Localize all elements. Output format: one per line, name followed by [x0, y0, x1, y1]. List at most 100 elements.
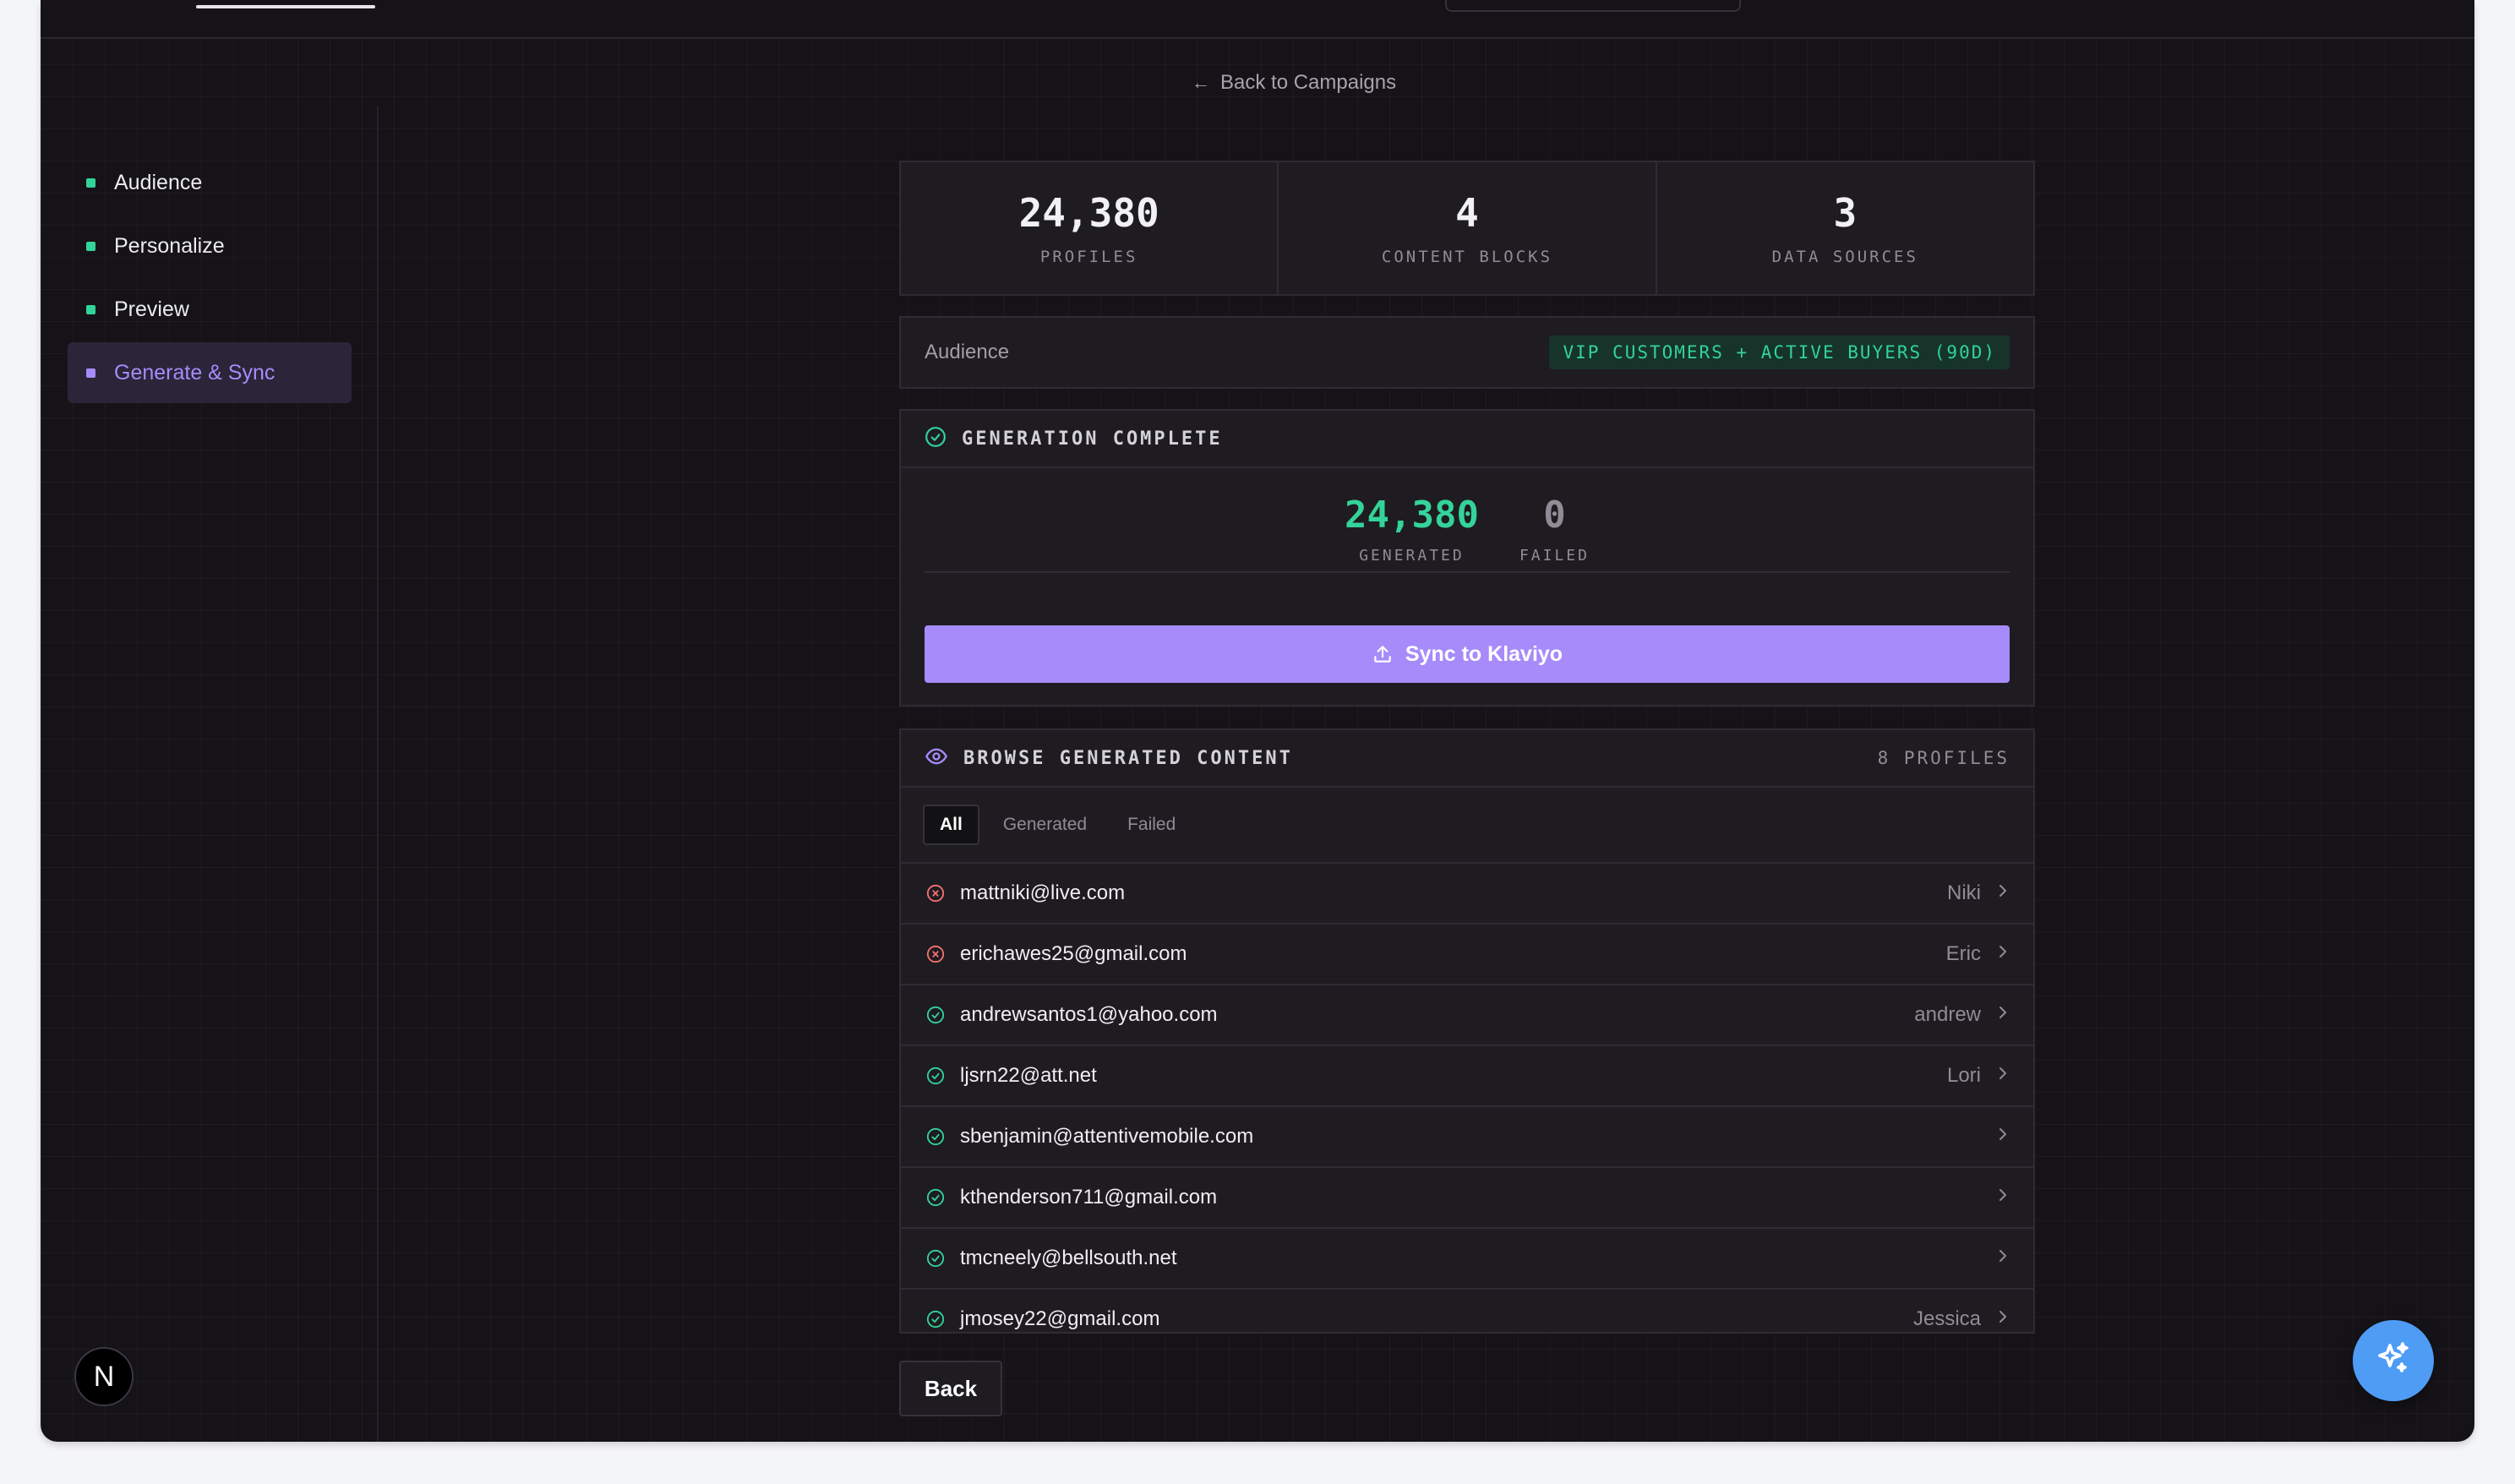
profile-email: jmosey22@gmail.com	[960, 1307, 1160, 1330]
filter-all[interactable]: All	[923, 805, 979, 845]
profile-email: sbenjamin@attentivemobile.com	[960, 1125, 1254, 1148]
profile-row[interactable]: tmcneely@bellsouth.net	[901, 1229, 2033, 1290]
chevron-right-icon	[1996, 881, 2010, 905]
chevron-right-icon	[1996, 1064, 2010, 1088]
back-button[interactable]: Back	[899, 1361, 1002, 1416]
stat-label: PROFILES	[1039, 248, 1138, 266]
audience-badge: VIP CUSTOMERS + ACTIVE BUYERS (90D)	[1549, 336, 2010, 369]
profile-email: mattniki@live.com	[960, 881, 1126, 904]
chevron-right-icon	[1996, 1003, 2010, 1027]
profile-name: andrew	[1914, 1003, 1981, 1026]
generated-value: 24,380	[1345, 494, 1479, 537]
stat-label: CONTENT BLOCKS	[1381, 248, 1553, 266]
profile-name: Eric	[1945, 942, 1981, 965]
failed-label: FAILED	[1519, 547, 1590, 565]
profile-row[interactable]: jmosey22@gmail.com Jessica	[901, 1290, 2033, 1349]
profile-email: erichawes25@gmail.com	[960, 942, 1187, 965]
stats-panel: 24,380 PROFILES 4 CONTENT BLOCKS 3 DATA …	[899, 161, 2035, 296]
generated-label: GENERATED	[1359, 547, 1465, 565]
step-indicator	[86, 304, 95, 314]
check-circle-icon	[925, 1065, 947, 1087]
assistant-fab[interactable]	[2353, 1320, 2434, 1401]
chevron-right-icon	[1996, 942, 2010, 966]
sync-to-klaviyo-button[interactable]: Sync to Klaviyo	[925, 625, 2010, 683]
step-audience[interactable]: Audience	[68, 152, 352, 213]
profile-row[interactable]: sbenjamin@attentivemobile.com	[901, 1107, 2033, 1168]
x-circle-icon	[925, 943, 947, 965]
profile-email: andrewsantos1@yahoo.com	[960, 1003, 1218, 1026]
filter-generated[interactable]: Generated	[986, 805, 1104, 845]
top-bar-control[interactable]	[1445, 0, 1741, 12]
profile-email: kthenderson711@gmail.com	[960, 1186, 1218, 1208]
filter-tabs: All Generated Failed	[901, 788, 2033, 864]
stat-value: 3	[1833, 190, 1858, 236]
profile-row[interactable]: erichawes25@gmail.com Eric	[901, 925, 2033, 985]
active-tab-indicator	[196, 5, 375, 8]
stat-data-sources: 3 DATA SOURCES	[1657, 162, 2033, 294]
profile-name: Jessica	[1912, 1307, 1981, 1330]
check-circle-icon	[925, 1126, 947, 1148]
profile-row[interactable]: kthenderson711@gmail.com	[901, 1168, 2033, 1229]
sync-button-label: Sync to Klaviyo	[1405, 641, 1563, 666]
step-indicator	[86, 368, 95, 378]
chevron-right-icon	[1996, 1125, 2010, 1148]
audience-label: Audience	[925, 341, 1010, 363]
audience-panel: Audience VIP CUSTOMERS + ACTIVE BUYERS (…	[899, 316, 2035, 389]
eye-icon	[925, 745, 948, 772]
check-circle-icon	[925, 1187, 947, 1208]
step-indicator	[86, 241, 95, 251]
stat-content-blocks: 4 CONTENT BLOCKS	[1279, 162, 1657, 294]
step-indicator	[86, 177, 95, 188]
stat-value: 24,380	[1018, 190, 1159, 236]
profile-name: Niki	[1947, 881, 1981, 904]
generation-panel: GENERATION COMPLETE 24,380 GENERATED 0 F…	[899, 409, 2035, 707]
badge-letter: N	[93, 1360, 115, 1393]
step-label: Generate & Sync	[114, 360, 276, 385]
step-label: Preview	[114, 297, 189, 321]
profile-list: mattniki@live.com Niki erichawes25@gmail.c…	[901, 864, 2033, 1349]
profile-row[interactable]: andrewsantos1@yahoo.com andrew	[901, 985, 2033, 1046]
profile-row[interactable]: mattniki@live.com Niki	[901, 864, 2033, 925]
check-circle-icon	[925, 1004, 947, 1026]
step-generate-sync[interactable]: Generate & Sync	[68, 342, 352, 403]
chevron-right-icon	[1996, 1307, 2010, 1331]
back-to-campaigns-link[interactable]: ← Back to Campaigns	[1192, 71, 1396, 95]
profile-name: Lori	[1946, 1064, 1981, 1087]
profile-email: tmcneely@bellsouth.net	[960, 1247, 1177, 1269]
check-circle-icon	[925, 1308, 947, 1330]
failed-value: 0	[1543, 494, 1566, 537]
filter-failed[interactable]: Failed	[1110, 805, 1192, 845]
chevron-right-icon	[1996, 1186, 2010, 1209]
x-circle-icon	[925, 882, 947, 904]
upload-icon	[1372, 643, 1394, 665]
generation-header: GENERATION COMPLETE	[901, 411, 2033, 468]
sparkle-icon	[2373, 1339, 2414, 1383]
check-circle-icon	[925, 426, 947, 452]
top-bar	[41, 0, 2474, 39]
profile-row[interactable]: ljsrn22@att.net Lori	[901, 1046, 2033, 1107]
sidebar: Audience Personalize Preview Generate & …	[68, 152, 352, 406]
generation-stats: 24,380 GENERATED 0 FAILED	[925, 468, 2010, 573]
arrow-left-icon: ←	[1192, 72, 1210, 93]
generation-title: GENERATION COMPLETE	[962, 428, 1223, 450]
browse-panel: BROWSE GENERATED CONTENT 8 PROFILES All …	[899, 728, 2035, 1334]
generated-stat: 24,380 GENERATED	[1345, 494, 1479, 571]
step-personalize[interactable]: Personalize	[68, 216, 352, 276]
browse-header: BROWSE GENERATED CONTENT 8 PROFILES	[901, 730, 2033, 788]
step-label: Audience	[114, 170, 203, 194]
chevron-right-icon	[1996, 1247, 2010, 1270]
back-link-label: Back to Campaigns	[1220, 71, 1397, 94]
check-circle-icon	[925, 1247, 947, 1269]
app-window: Audience Personalize Preview Generate & …	[41, 0, 2474, 1442]
stat-label: DATA SOURCES	[1771, 248, 1918, 266]
profile-email: ljsrn22@att.net	[960, 1064, 1097, 1087]
framework-badge[interactable]: N	[74, 1347, 134, 1406]
step-label: Personalize	[114, 233, 225, 258]
stat-value: 4	[1455, 190, 1479, 236]
profiles-count: 8 PROFILES	[1877, 748, 2010, 768]
stat-profiles: 24,380 PROFILES	[901, 162, 1279, 294]
step-preview[interactable]: Preview	[68, 279, 352, 340]
browse-title: BROWSE GENERATED CONTENT	[963, 747, 1293, 769]
failed-stat: 0 FAILED	[1519, 494, 1590, 571]
sidebar-divider	[377, 106, 379, 1442]
